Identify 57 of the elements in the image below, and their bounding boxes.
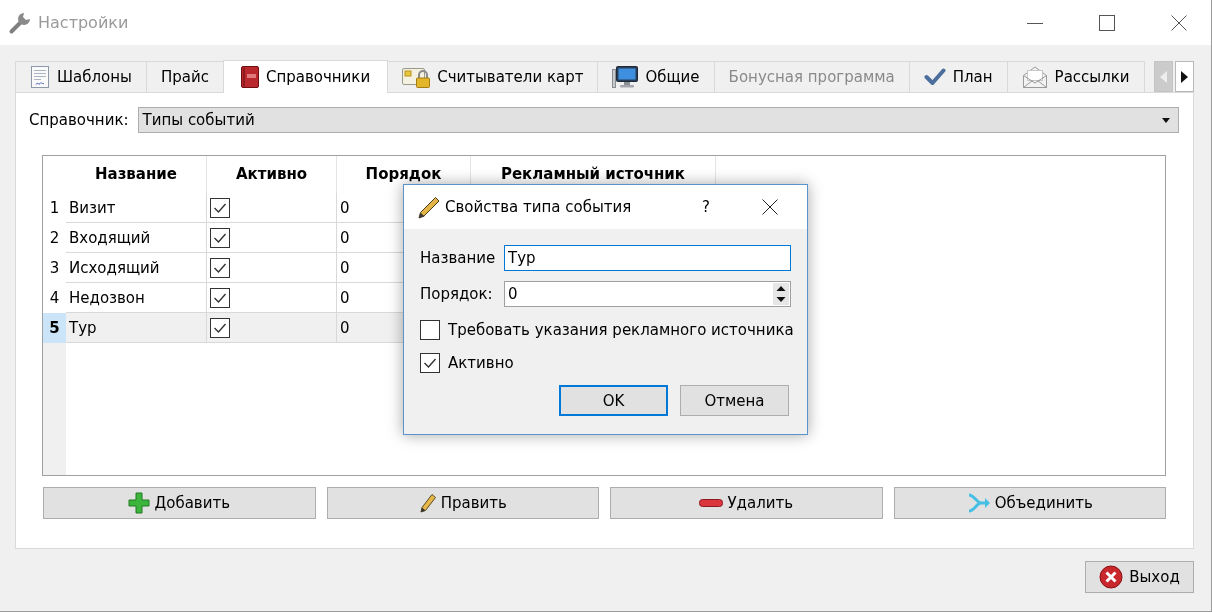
pencil-icon [417,195,441,219]
document-icon [30,66,50,88]
delete-button[interactable]: Удалить [610,487,883,519]
tab[interactable]: Рассылки [1006,61,1145,92]
row-number[interactable]: 2 [43,223,66,253]
checkbox[interactable] [210,257,230,278]
spinbox[interactable]: 0 [504,281,791,307]
envelope-icon [1021,65,1048,89]
checkbox[interactable] [420,352,440,373]
column-header[interactable]: Название [66,156,207,193]
close-icon[interactable] [762,199,778,215]
wrench-icon [8,10,32,35]
close-icon[interactable] [1171,14,1187,31]
monitor-icon [612,66,639,88]
maximize-icon[interactable] [1099,14,1115,31]
cross-circle-icon [1099,565,1124,589]
window-title: Настройки [38,13,129,32]
tab[interactable]: Шаблоны [15,61,147,92]
left-arrow-icon [1160,70,1167,83]
checkbox[interactable] [210,287,230,308]
checkmark-icon [923,68,946,86]
merge-arrow-icon [966,492,991,514]
table-cell: Исходящий [66,253,207,283]
directory-label: Справочник: [29,111,129,129]
checkbox[interactable] [420,319,440,340]
dropdown-arrow-icon [1162,117,1170,123]
table-cell: Входящий [66,223,207,253]
merge-button[interactable]: Объединить [893,487,1166,519]
table-cell: Тур [66,313,207,343]
directory-combobox[interactable]: Типы событий [137,107,1179,133]
minus-icon [699,498,724,508]
add-button[interactable]: Добавить [43,487,316,519]
row-number[interactable]: 5 [43,313,66,343]
spin-up-icon[interactable] [773,283,789,294]
checkbox-label[interactable]: Активно [448,353,514,372]
checkbox[interactable] [210,317,230,338]
exit-button[interactable]: Выход [1085,561,1194,593]
checkbox[interactable] [210,227,230,248]
edit-button[interactable]: Править [326,487,599,519]
dialog-button[interactable]: Отмена [680,385,789,416]
card-padlock-icon [402,66,431,88]
pencil-icon [418,493,437,513]
row-number[interactable]: 1 [43,193,66,223]
plus-icon [128,492,151,514]
spin-down-icon[interactable] [773,294,789,305]
text-field[interactable]: Тур [504,245,791,271]
checkbox[interactable] [210,197,230,218]
column-header[interactable]: Активно [207,156,337,193]
help-button[interactable]: ? [698,198,714,216]
tab[interactable]: Справочники [222,60,389,93]
right-arrow-icon [1181,70,1188,83]
dialog-button[interactable]: OK [559,385,668,416]
row-number[interactable]: 3 [43,253,66,283]
row-number[interactable]: 4 [43,283,66,313]
tab-scroll-right-button[interactable] [1175,61,1194,92]
table-cell: Визит [66,193,207,223]
book-icon [240,66,259,88]
